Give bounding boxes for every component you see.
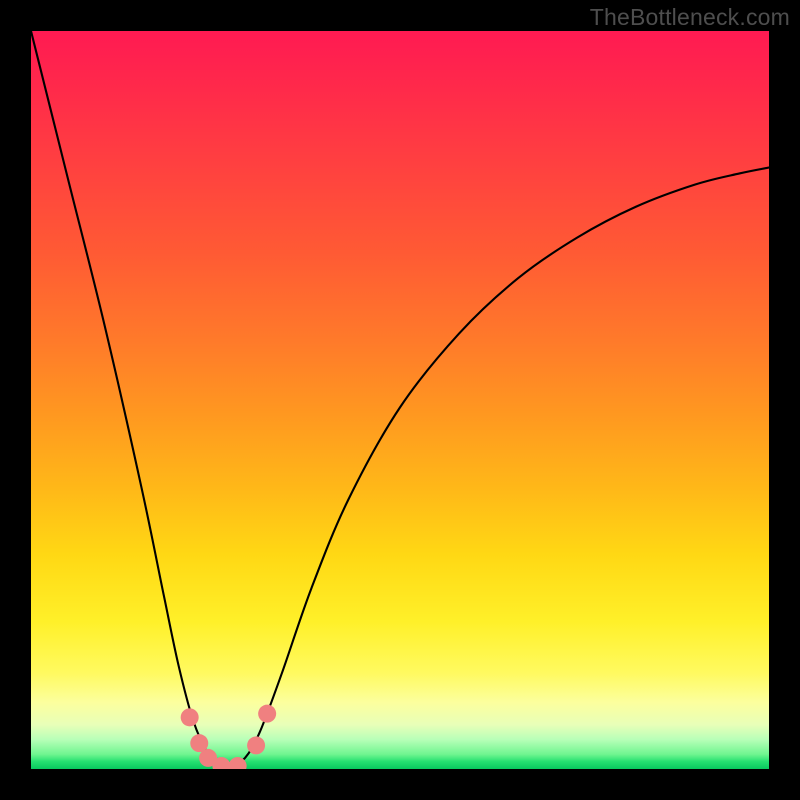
watermark-text: TheBottleneck.com [590, 4, 790, 31]
curve-layer [31, 31, 769, 769]
curve-marker [181, 708, 199, 726]
curve-markers [181, 705, 276, 769]
curve-marker [247, 736, 265, 754]
plot-area [31, 31, 769, 769]
bottleneck-curve [31, 31, 769, 768]
curve-marker [258, 705, 276, 723]
chart-frame: TheBottleneck.com [0, 0, 800, 800]
bottleneck-curve-path [31, 31, 769, 768]
